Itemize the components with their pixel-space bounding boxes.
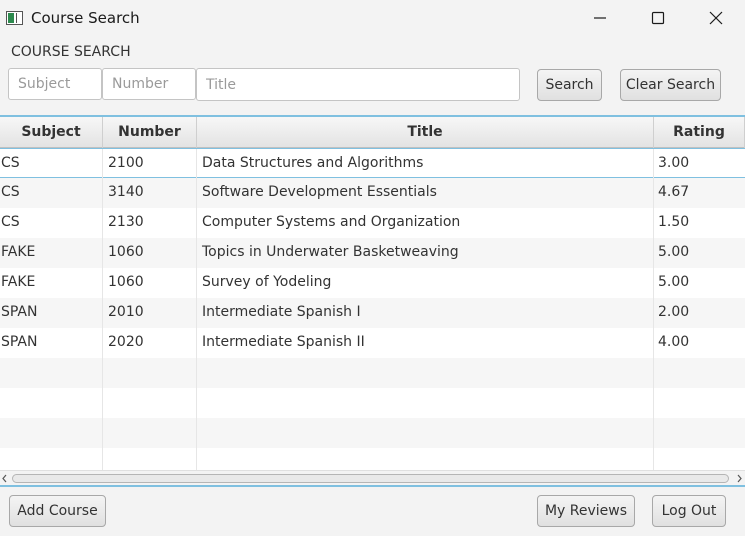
column-header-subject[interactable]: Subject (0, 117, 103, 148)
table-row[interactable]: SPAN 2020 Intermediate Spanish II 4.00 (0, 328, 745, 358)
table-row[interactable]: FAKE 1060 Topics in Underwater Basketweavi… (0, 238, 745, 268)
cell-number: 1060 (103, 268, 197, 298)
cell-number (103, 358, 197, 388)
cell-rating (654, 358, 745, 388)
table-row[interactable]: CS 2100 Data Structures and Algorithms 3.00 (0, 148, 745, 179)
cell-number (103, 418, 197, 448)
cell-title: Computer Systems and Organization (197, 208, 654, 238)
close-button[interactable] (687, 0, 745, 36)
clear-search-button[interactable]: Clear Search (620, 69, 721, 101)
maximize-button[interactable] (629, 0, 687, 36)
title-input[interactable] (196, 68, 520, 101)
my-reviews-button[interactable]: My Reviews (537, 495, 635, 527)
cell-subject (0, 418, 103, 448)
cell-number: 2130 (103, 208, 197, 238)
cell-subject: SPAN (0, 298, 103, 328)
column-header-title[interactable]: Title (197, 117, 654, 148)
cell-subject: CS (0, 178, 103, 208)
cell-rating (654, 388, 745, 418)
scrollbar-thumb[interactable] (12, 474, 729, 483)
cell-title (197, 418, 654, 448)
table-row[interactable]: SPAN 2010 Intermediate Spanish I 2.00 (0, 298, 745, 328)
add-course-button[interactable]: Add Course (9, 495, 106, 527)
cell-subject (0, 358, 103, 388)
cell-number: 2020 (103, 328, 197, 358)
cell-title (197, 388, 654, 418)
subject-input[interactable] (8, 68, 102, 100)
cell-rating: 2.00 (658, 304, 690, 320)
app-window-icon (6, 11, 23, 25)
cell-subject: CS (0, 149, 103, 179)
minimize-icon (594, 17, 606, 19)
cell-number: 1060 (103, 238, 197, 268)
section-label: COURSE SEARCH (11, 44, 131, 60)
maximize-icon (651, 11, 665, 25)
cell-title: Intermediate Spanish I (197, 298, 654, 328)
scroll-right-icon[interactable] (736, 474, 743, 483)
cell-title: Topics in Underwater Basketweaving (197, 238, 654, 268)
cell-rating (654, 418, 745, 448)
table-row[interactable]: CS 2130 Computer Systems and Organization 1… (0, 208, 745, 238)
cell-number: 2010 (103, 298, 197, 328)
cell-title: Intermediate Spanish II (197, 328, 654, 358)
cell-subject: SPAN (0, 328, 103, 358)
table-row[interactable]: CS 3140 Software Development Essentials 4.6… (0, 178, 745, 208)
cell-rating: 1.50 (658, 214, 690, 230)
column-header-number[interactable]: Number (103, 117, 197, 148)
cell-subject (0, 388, 103, 418)
table-row[interactable] (0, 388, 745, 418)
cell-title: Software Development Essentials (197, 178, 654, 208)
table-row[interactable]: FAKE 1060 Survey of Yodeling 5.00 (0, 268, 745, 298)
cell-subject: FAKE (0, 268, 103, 298)
cell-rating: 4.67 (658, 184, 690, 200)
cell-subject: FAKE (0, 238, 103, 268)
cell-number: 2100 (103, 149, 197, 179)
minimize-button[interactable] (571, 0, 629, 36)
table-row[interactable] (0, 358, 745, 388)
cell-title: Data Structures and Algorithms (197, 149, 654, 179)
course-table[interactable]: Subject Number Title Rating CS 2100 Data S… (0, 115, 745, 487)
number-input[interactable] (102, 68, 196, 100)
table-row[interactable] (0, 418, 745, 448)
window-title: Course Search (31, 9, 140, 27)
cell-number (103, 388, 197, 418)
cell-rating: 5.00 (658, 244, 690, 260)
title-bar: Course Search (0, 0, 745, 36)
column-header-rating[interactable]: Rating (654, 117, 745, 148)
search-button[interactable]: Search (537, 69, 602, 101)
cell-rating: 4.00 (658, 334, 690, 350)
scroll-left-icon[interactable] (1, 474, 8, 483)
cell-rating: 5.00 (658, 274, 690, 290)
cell-number: 3140 (103, 178, 197, 208)
log-out-button[interactable]: Log Out (652, 495, 726, 527)
close-icon (709, 11, 723, 25)
table-body: CS 2100 Data Structures and Algorithms 3.00… (0, 148, 745, 478)
cell-rating: 3.00 (658, 155, 690, 171)
horizontal-scrollbar[interactable] (0, 470, 745, 485)
table-header: Subject Number Title Rating (0, 117, 745, 148)
cell-title (197, 358, 654, 388)
cell-subject: CS (0, 208, 103, 238)
cell-title: Survey of Yodeling (197, 268, 654, 298)
